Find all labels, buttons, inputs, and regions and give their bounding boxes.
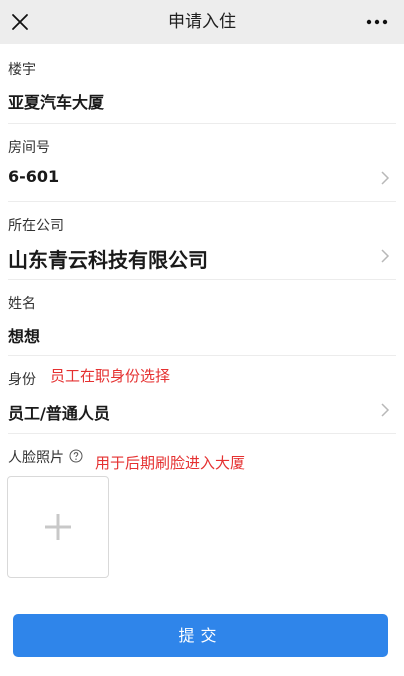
name-label: 姓名 [8, 296, 36, 312]
room-value: 6-601 [8, 167, 60, 186]
building-field: 楼宇 亚夏汽车大厦 [8, 44, 396, 124]
photo-upload-box[interactable] [7, 476, 109, 578]
identity-label: 身份 [8, 372, 36, 388]
company-value: 山东青云科技有限公司 [8, 248, 208, 272]
name-value: 想想 [8, 327, 41, 346]
chevron-right-icon [381, 171, 390, 185]
face-photo-note: 用于后期刷脸进入大厦 [95, 454, 246, 472]
company-field[interactable]: 所在公司 山东青云科技有限公司 [8, 202, 396, 280]
name-field: 姓名 想想 [8, 280, 396, 356]
nav-bar: 申请入住 [0, 0, 404, 44]
plus-icon [45, 514, 71, 540]
building-value: 亚夏汽车大厦 [8, 93, 105, 112]
chevron-right-icon [381, 249, 390, 263]
room-label: 房间号 [8, 140, 50, 156]
room-field[interactable]: 房间号 6-601 [8, 124, 396, 202]
face-photo-label: 人脸照片 [8, 450, 64, 466]
company-label: 所在公司 [8, 218, 64, 234]
page-title: 申请入住 [168, 12, 236, 32]
identity-field[interactable]: 身份 员工在职身份选择 员工/普通人员 [8, 356, 396, 434]
chevron-right-icon [381, 403, 390, 417]
identity-value: 员工/普通人员 [8, 404, 110, 423]
building-label: 楼宇 [8, 62, 36, 78]
more-icon[interactable] [366, 18, 388, 26]
question-circle-icon[interactable] [69, 449, 83, 463]
identity-note: 员工在职身份选择 [50, 367, 171, 385]
submit-button[interactable]: 提交 [13, 614, 388, 657]
